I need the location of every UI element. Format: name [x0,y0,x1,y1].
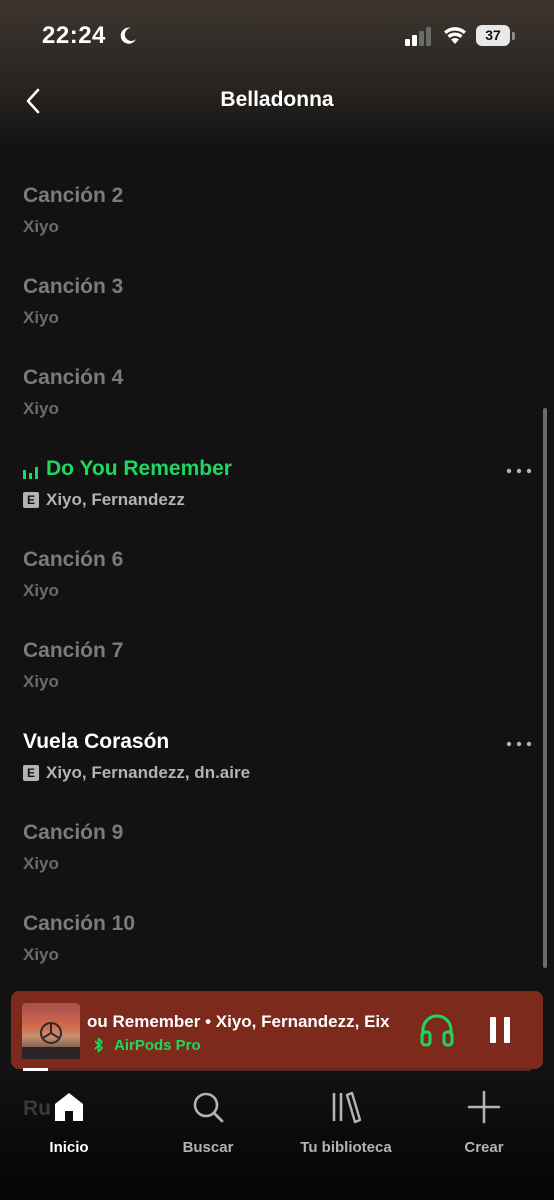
explicit-badge: E [23,765,39,781]
track-artist: Xiyo, Fernandezz [46,490,185,509]
search-icon [193,1092,224,1123]
car-logo-icon [22,1022,80,1059]
track-row[interactable]: Canción 9 Xiyo [0,817,554,908]
track-artist: Xiyo [23,945,59,964]
now-playing-title: ou Remember • Xiyo, Fernandezz, Eix [87,1012,390,1031]
track-list: Canción 2 Xiyo Canción 3 Xiyo Canción 4 … [0,180,554,999]
track-row[interactable]: Canción 7 Xiyo [0,635,554,726]
plus-icon [467,1090,501,1124]
nav-label: Crear [464,1139,504,1156]
track-title: Canción 3 [23,275,124,298]
track-row[interactable]: Vuela Corasón E Xiyo, Fernandezz, dn.air… [0,726,554,817]
headphones-icon[interactable] [419,1013,455,1047]
moon-icon [120,27,136,44]
track-row[interactable]: Canción 2 Xiyo [0,180,554,271]
mini-player[interactable]: ou Remember • Xiyo, Fernandezz, Eix AirP… [11,991,543,1069]
status-time: 22:24 [42,22,106,49]
home-icon [55,1093,83,1121]
nav-search[interactable]: Buscar [148,1089,268,1159]
nav-label: Buscar [182,1139,234,1156]
battery-indicator: 37 [476,25,510,46]
album-cover[interactable] [22,1003,80,1059]
equalizer-icon [23,467,38,479]
signal-icon [405,27,431,46]
header: Belladonna [0,72,554,132]
wifi-icon [444,27,466,44]
battery-tip [512,32,515,40]
scrollbar[interactable] [543,408,547,968]
track-artist: Xiyo [23,672,59,691]
track-title: Do You Remember [46,457,232,480]
more-options-icon[interactable] [506,467,532,475]
pause-icon[interactable] [489,1016,511,1044]
nav-library[interactable]: Tu biblioteca [286,1089,406,1159]
track-title: Canción 10 [23,912,136,935]
track-row[interactable]: Canción 3 Xiyo [0,271,554,362]
track-title: Canción 4 [23,366,124,389]
track-row[interactable]: Canción 4 Xiyo [0,362,554,453]
track-artist: Xiyo [23,581,59,600]
track-artist: Xiyo, Fernandezz, dn.aire [46,763,251,782]
track-artist: Xiyo [23,217,59,236]
nav-create[interactable]: Crear [424,1089,544,1159]
track-title: Canción 6 [23,548,124,571]
bottom-nav: Ru Inicio Buscar Tu biblioteca Crear [0,1075,554,1200]
page-title: Belladonna [220,88,334,111]
track-artist: Xiyo [23,308,59,327]
library-icon [332,1091,362,1124]
nav-label: Tu biblioteca [300,1139,392,1156]
status-bar: 22:24 37 [0,0,554,72]
track-row[interactable]: Canción 10 Xiyo [0,908,554,999]
more-options-icon[interactable] [506,740,532,748]
bluetooth-icon [94,1037,103,1053]
nav-home[interactable]: Inicio [9,1089,129,1159]
track-title: Canción 9 [23,821,124,844]
track-artist: Xiyo [23,854,59,873]
connected-device[interactable]: AirPods Pro [114,1037,201,1054]
track-row[interactable]: Canción 6 Xiyo [0,544,554,635]
track-title: Canción 7 [23,639,124,662]
track-artist: Xiyo [23,399,59,418]
playback-progress-track [23,1068,531,1071]
explicit-badge: E [23,492,39,508]
nav-label: Inicio [49,1139,89,1156]
track-row-playing[interactable]: Do You Remember E Xiyo, Fernandezz [0,453,554,544]
track-title: Canción 2 [23,184,124,207]
playback-progress-fill [23,1068,48,1071]
track-title: Vuela Corasón [23,730,170,753]
